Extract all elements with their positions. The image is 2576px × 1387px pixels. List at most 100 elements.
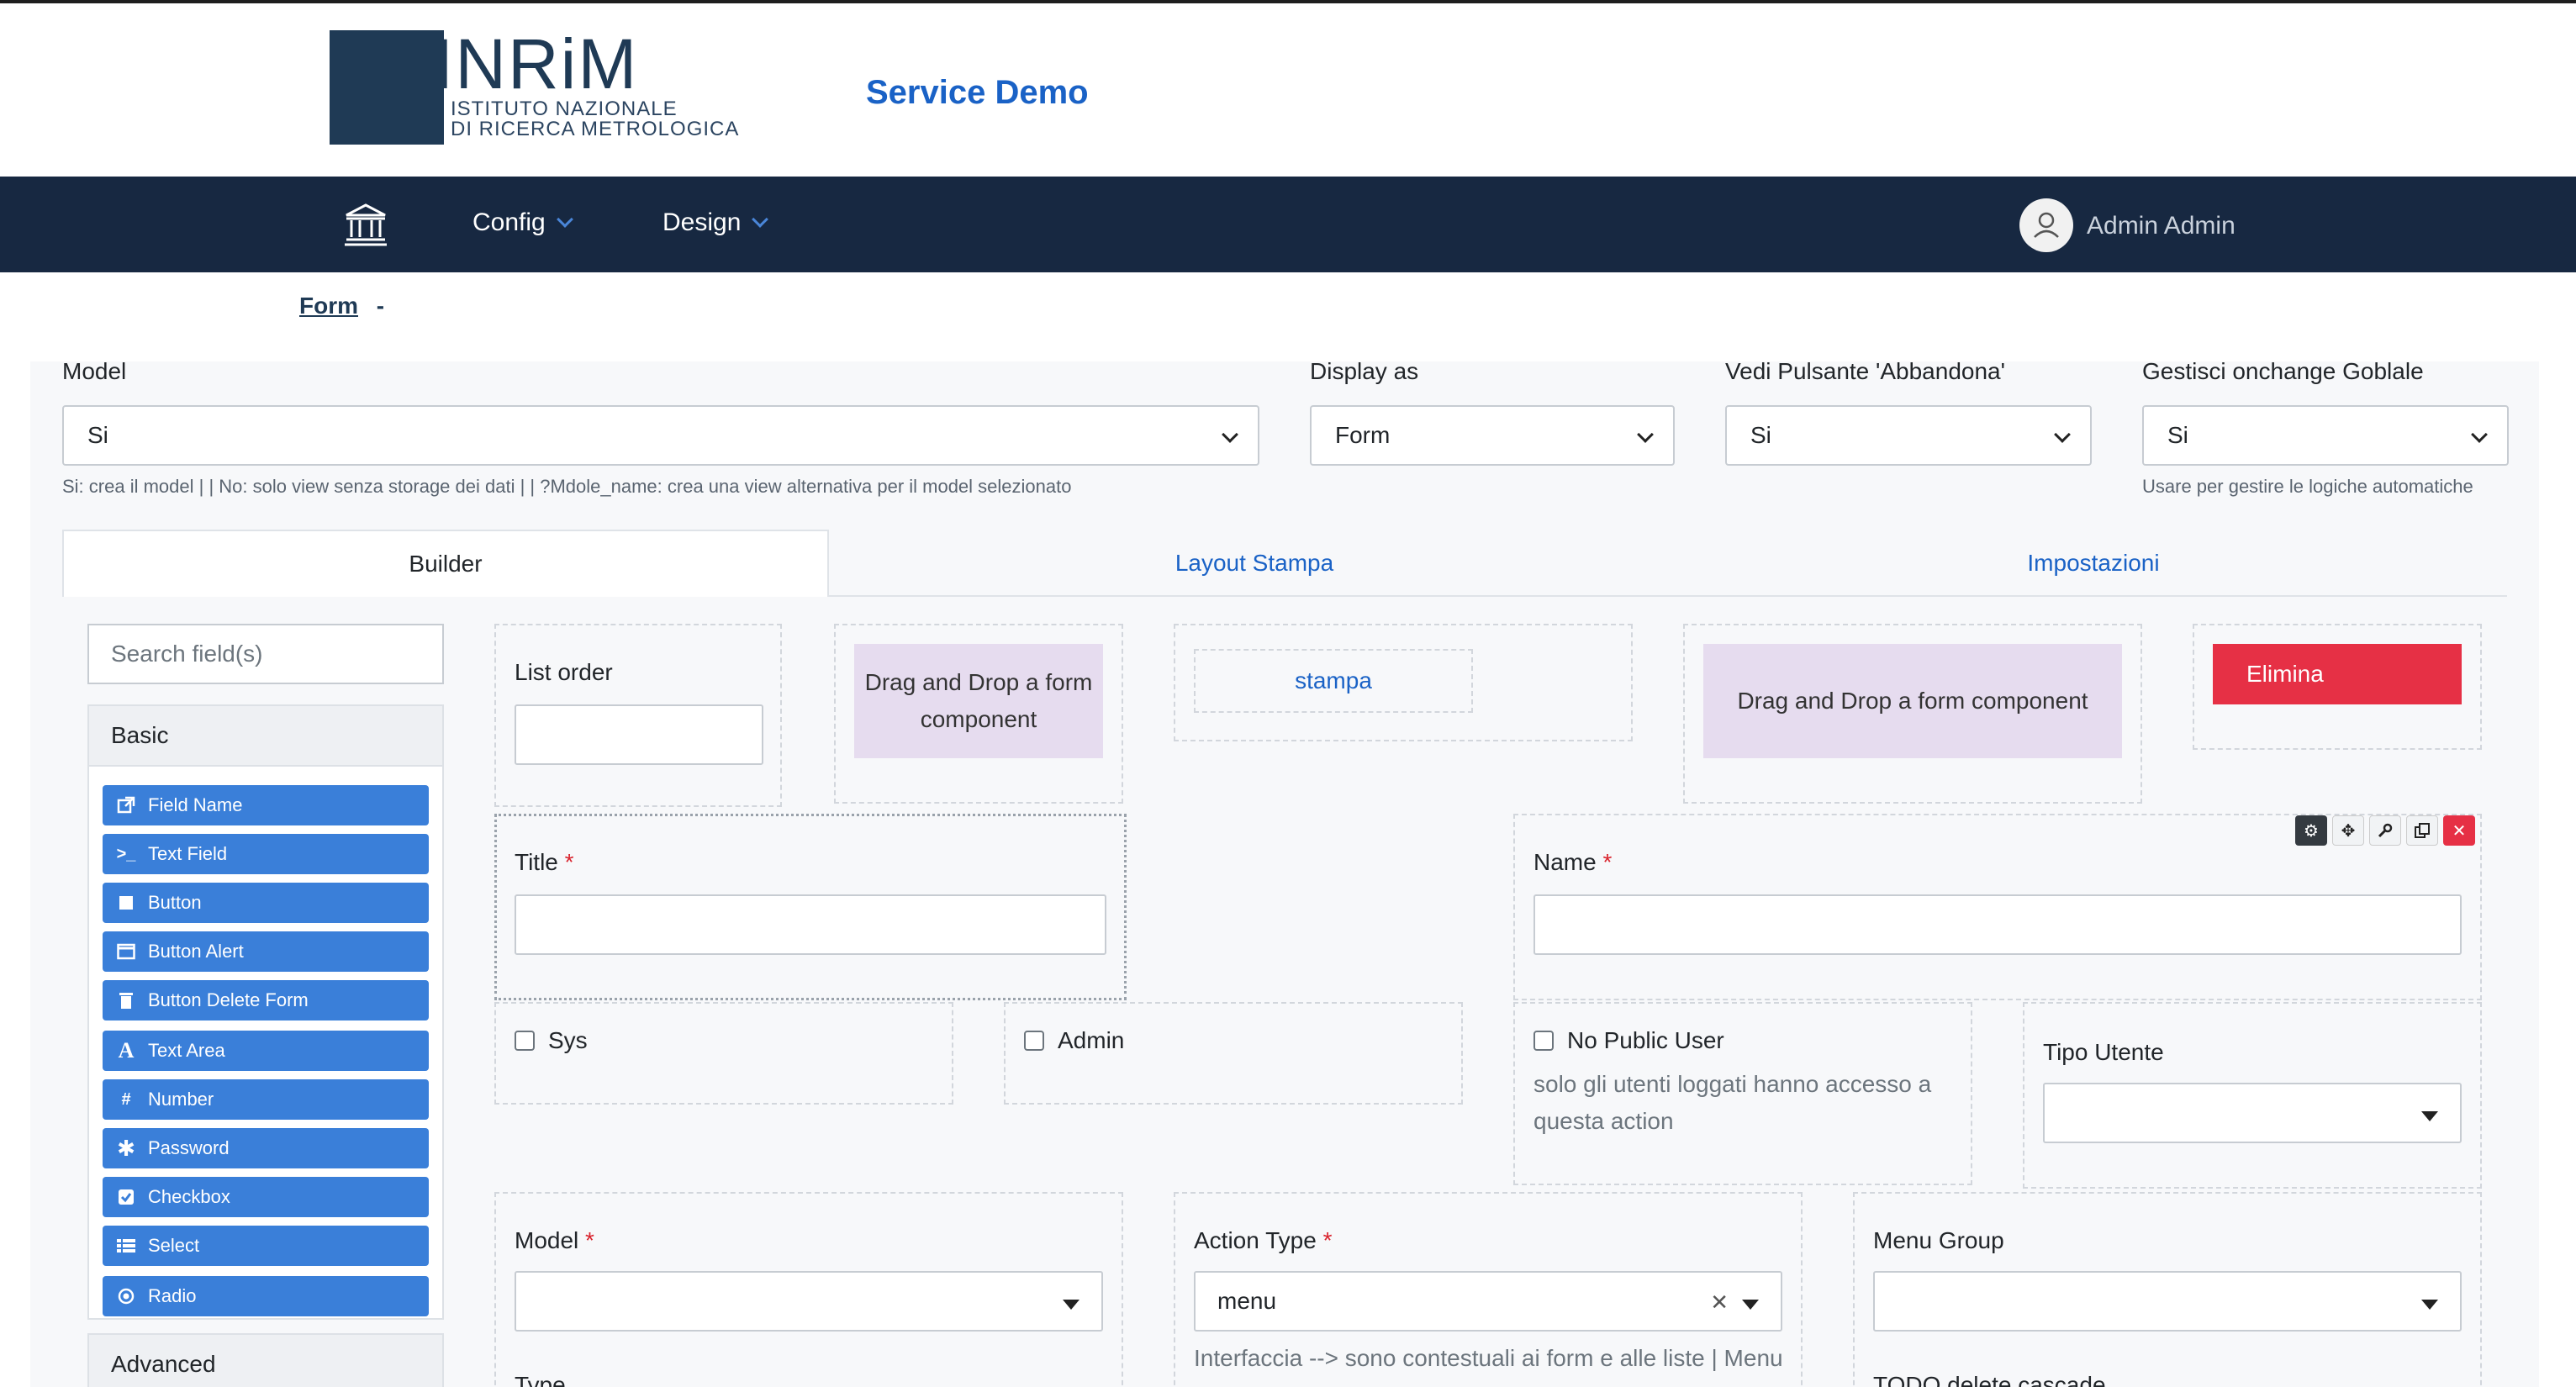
- component-button-delete-form[interactable]: Button Delete Form: [103, 980, 429, 1020]
- breadcrumb-separator: -: [376, 293, 385, 319]
- component-label: Radio: [148, 1285, 197, 1306]
- clear-x-icon[interactable]: ✕: [1710, 1289, 1729, 1316]
- dropzone-2[interactable]: Drag and Drop a form component: [1703, 644, 2122, 758]
- abbandona-value: Si: [1750, 422, 1771, 448]
- tab-impostazioni[interactable]: Impostazioni: [1680, 530, 2507, 597]
- title-label-text: Title: [515, 849, 558, 875]
- component-field-name[interactable]: Field Name: [103, 785, 429, 825]
- asterisk-icon: ✱: [117, 1135, 135, 1161]
- onchange-select[interactable]: Si: [2142, 405, 2509, 466]
- caret-down-icon: [1742, 1300, 1759, 1310]
- font-icon: A: [118, 1038, 135, 1063]
- title-label: Title *: [515, 849, 574, 876]
- copy-icon[interactable]: [2406, 815, 2438, 846]
- onchange-value: Si: [2167, 422, 2188, 448]
- component-button[interactable]: Button: [103, 883, 429, 923]
- settings-gear-icon[interactable]: ⚙: [2295, 815, 2327, 846]
- model-setting-select[interactable]: Si: [62, 405, 1259, 466]
- title-input[interactable]: [515, 894, 1106, 955]
- abbandona-label: Vedi Pulsante 'Abbandona': [1725, 358, 2005, 384]
- sys-checkbox[interactable]: [515, 1031, 535, 1051]
- model-label: Model *: [515, 1227, 594, 1254]
- component-radio[interactable]: Radio: [103, 1276, 429, 1316]
- hashtag-icon: #: [121, 1089, 131, 1109]
- nav-design[interactable]: Design: [662, 208, 769, 237]
- component-text-field[interactable]: >_ Text Field: [103, 834, 429, 874]
- required-mark: *: [1602, 849, 1613, 875]
- wrench-icon[interactable]: [2369, 815, 2401, 846]
- service-title[interactable]: Service Demo: [866, 74, 1089, 112]
- window-icon: [116, 941, 136, 962]
- required-mark: *: [585, 1227, 594, 1253]
- name-label: Name *: [1533, 849, 1612, 876]
- tipo-utente-select[interactable]: [2043, 1083, 2462, 1143]
- user-avatar-icon[interactable]: [2019, 198, 2073, 252]
- component-label: Field Name: [148, 794, 243, 815]
- nav-config-label: Config: [472, 208, 546, 236]
- model-select[interactable]: [515, 1271, 1103, 1332]
- component-label: Text Field: [148, 843, 228, 864]
- action-type-label: Action Type *: [1194, 1227, 1332, 1254]
- model-setting-value: Si: [87, 422, 108, 448]
- breadcrumb: Form -: [299, 293, 384, 319]
- list-order-input[interactable]: [515, 704, 763, 765]
- chevron-down-icon: [752, 211, 769, 228]
- home-icon[interactable]: [343, 202, 388, 247]
- component-label: Password: [148, 1137, 230, 1158]
- component-label: Button Delete Form: [148, 989, 309, 1010]
- user-name[interactable]: Admin Admin: [2087, 212, 2236, 240]
- external-link-icon: [116, 795, 136, 815]
- no-public-checkbox[interactable]: [1533, 1031, 1554, 1051]
- chevron-down-icon: [556, 211, 573, 228]
- elimina-button[interactable]: Elimina: [2213, 644, 2462, 704]
- required-mark: *: [564, 849, 574, 875]
- model-label-text: Model: [515, 1227, 579, 1253]
- logo-title: INRiM: [434, 24, 639, 103]
- type-label: Type: [515, 1372, 566, 1387]
- list-icon: [116, 1236, 136, 1256]
- component-button-alert[interactable]: Button Alert: [103, 931, 429, 972]
- tab-divider: [829, 595, 2507, 597]
- model-setting-help: Si: crea il model | | No: solo view senz…: [62, 476, 1072, 497]
- display-as-select[interactable]: Form: [1310, 405, 1675, 466]
- sys-label: Sys: [548, 1027, 588, 1053]
- component-label: Button Alert: [148, 941, 244, 962]
- tab-layout-stampa[interactable]: Layout Stampa: [829, 530, 1680, 597]
- basic-group-header[interactable]: Basic: [87, 704, 444, 767]
- advanced-group-header[interactable]: Advanced: [87, 1333, 444, 1387]
- dropzone-1[interactable]: Drag and Drop a form component: [854, 644, 1103, 758]
- action-type-value: menu: [1217, 1288, 1277, 1314]
- stop-square-icon: [116, 893, 136, 913]
- component-select[interactable]: Select: [103, 1226, 429, 1266]
- logo[interactable]: INRiM ISTITUTO NAZIONALE DI RICERCA METR…: [427, 29, 739, 140]
- component-label: Select: [148, 1235, 200, 1256]
- no-public-label: No Public User: [1567, 1027, 1724, 1053]
- admin-checkbox[interactable]: [1024, 1031, 1044, 1051]
- move-icon[interactable]: ✥: [2332, 815, 2364, 846]
- component-password[interactable]: ✱ Password: [103, 1128, 429, 1168]
- breadcrumb-form-link[interactable]: Form: [299, 293, 358, 319]
- nav-config[interactable]: Config: [472, 208, 573, 237]
- action-type-label-text: Action Type: [1194, 1227, 1317, 1253]
- nav-design-label: Design: [662, 208, 742, 236]
- check-square-icon: [116, 1187, 136, 1207]
- stampa-link[interactable]: stampa: [1194, 649, 1473, 713]
- name-input[interactable]: [1533, 894, 2462, 955]
- search-input[interactable]: Search field(s): [87, 624, 444, 684]
- abbandona-select[interactable]: Si: [1725, 405, 2092, 466]
- action-type-help: Interfaccia --> sono contestuali ai form…: [1194, 1345, 1783, 1371]
- logo-subtitle-1: ISTITUTO NAZIONALE: [451, 98, 678, 120]
- action-type-select[interactable]: menu ✕: [1194, 1271, 1782, 1332]
- tab-builder[interactable]: Builder: [62, 530, 829, 597]
- onchange-help: Usare per gestire le logiche automatiche: [2142, 476, 2473, 497]
- remove-close-icon[interactable]: ✕: [2443, 815, 2475, 846]
- component-text-area[interactable]: A Text Area: [103, 1031, 429, 1071]
- onchange-label: Gestisci onchange Goblale: [2142, 358, 2424, 384]
- component-checkbox[interactable]: Checkbox: [103, 1177, 429, 1217]
- component-number[interactable]: # Number: [103, 1079, 429, 1120]
- menu-group-select[interactable]: [1873, 1271, 2462, 1332]
- todo-label: TODO delete cascade: [1873, 1372, 2106, 1387]
- component-label: Number: [148, 1089, 214, 1110]
- chevron-down-icon: [1222, 426, 1238, 443]
- chevron-down-icon: [1637, 426, 1654, 443]
